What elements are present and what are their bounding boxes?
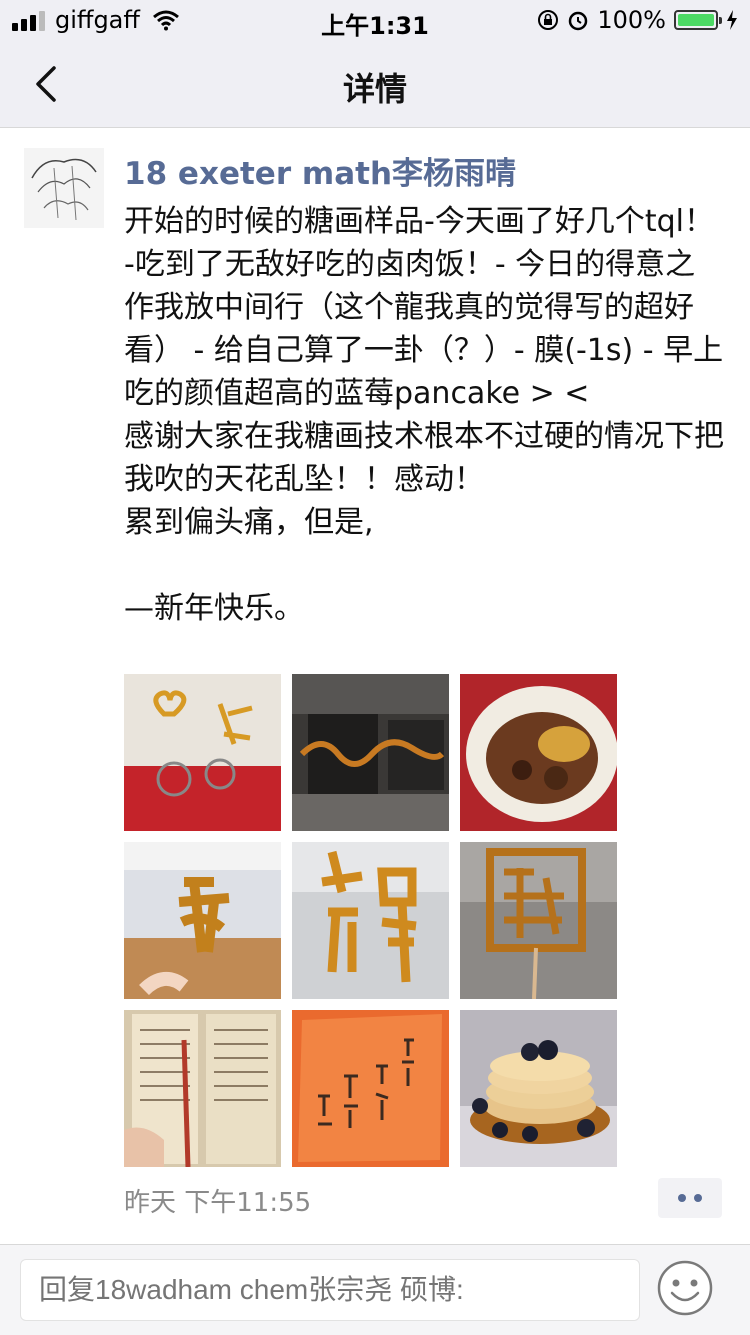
- status-bar: giffgaff 上午1:31 100%: [0, 0, 750, 40]
- alarm-icon: [569, 11, 588, 31]
- post-timestamp: 昨天 下午11:55: [124, 1188, 312, 1218]
- avatar[interactable]: [24, 148, 104, 228]
- comment-bar: [0, 1244, 750, 1335]
- lock-rotation-icon: [538, 10, 559, 30]
- post-text: 开始的时候的糖画样品-今天画了好几个tql！-吃到了无敌好吃的卤肉饭！- 今日的…: [124, 204, 724, 626]
- photo-sugar-art-table[interactable]: [292, 674, 449, 831]
- charging-icon: [727, 10, 737, 30]
- nav-bar: 详情: [0, 40, 750, 128]
- more-dots-icon: [678, 1194, 686, 1202]
- photo-sugar-art-sample[interactable]: [124, 674, 281, 831]
- photo-sugar-seal[interactable]: [460, 842, 617, 999]
- author-name[interactable]: 18 exeter math李杨雨晴: [124, 148, 516, 193]
- comment-input[interactable]: [20, 1259, 640, 1321]
- more-options-button[interactable]: [658, 1178, 722, 1218]
- photo-fortune-book[interactable]: [124, 1010, 281, 1167]
- emoji-icon[interactable]: [656, 1259, 714, 1317]
- photo-sugar-dragon[interactable]: [292, 842, 449, 999]
- photo-calligraphy-paper[interactable]: [292, 1010, 449, 1167]
- photo-braised-pork-rice[interactable]: [460, 674, 617, 831]
- battery-percent: 100%: [597, 6, 666, 34]
- page-title: 详情: [342, 70, 407, 108]
- battery-icon: [674, 10, 722, 30]
- photo-blueberry-pancake[interactable]: [460, 1010, 617, 1167]
- photo-sugar-character-mei[interactable]: [124, 842, 281, 999]
